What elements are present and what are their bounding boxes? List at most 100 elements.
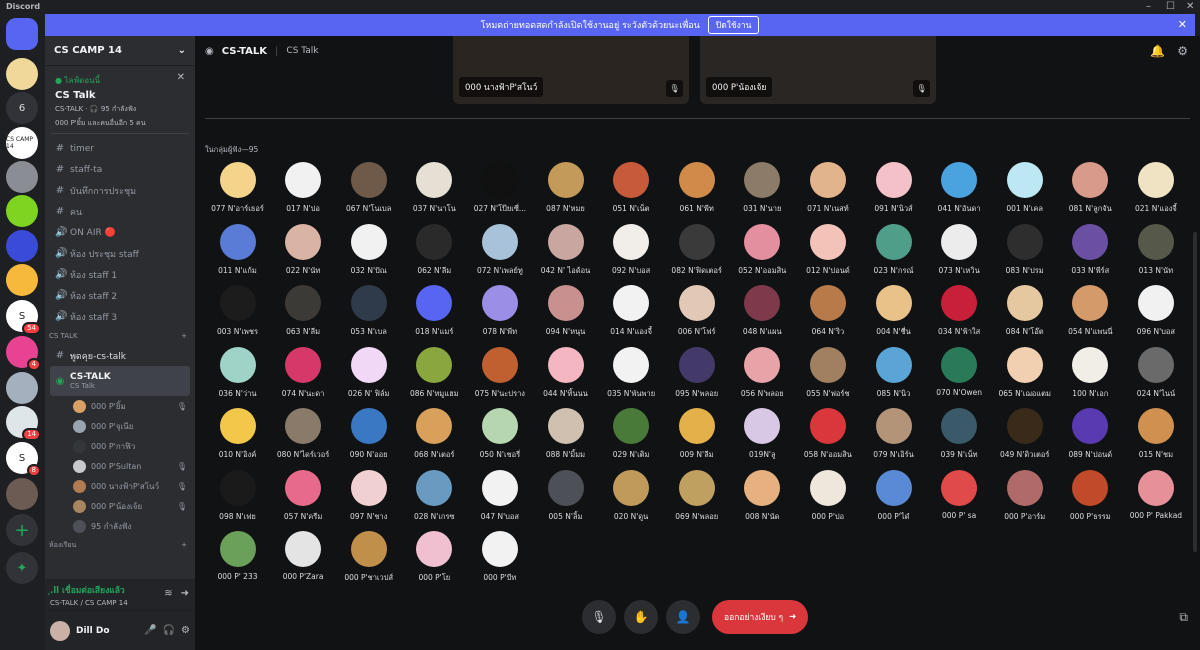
audience-member[interactable]: 057 N'ครีม [271, 469, 336, 528]
channel-stage-cs-talk[interactable]: ◉ CS-TALK CS Talk [50, 366, 190, 396]
voice-user[interactable]: 000 P'Sultan 🎙 [45, 456, 195, 476]
server-icon[interactable] [6, 161, 38, 193]
voice-user[interactable]: 000 P'จุเนีย [45, 416, 195, 436]
audience-member[interactable]: 036 N'ว่าน [205, 346, 270, 405]
audience-member[interactable]: 096 N'บอส [1123, 285, 1188, 343]
audience-member[interactable]: 031 N'นาย [730, 162, 795, 220]
banner-close-icon[interactable]: ✕ [1178, 18, 1187, 31]
audience-member[interactable]: 061 N'พีท [664, 162, 729, 220]
audience-member[interactable]: 003 N'เพชร [205, 285, 270, 343]
audience-member[interactable]: 000 P' 233 [205, 531, 270, 589]
audience-member[interactable]: 001 N'เคล [992, 162, 1057, 220]
audience-member[interactable]: 014 N'แองจี้ [599, 285, 664, 343]
disconnect-icon[interactable]: ➜ [181, 588, 189, 599]
audience-member[interactable]: 027 N'โป๊ยเซี่... [467, 162, 532, 220]
audience-member[interactable]: 022 N'นัท [271, 223, 336, 282]
add-channel-icon[interactable]: + [181, 541, 187, 549]
invite-button[interactable]: 👤 [666, 600, 700, 634]
server-icon[interactable] [6, 478, 38, 510]
audience-member[interactable]: 012 N'ปอนด์ [795, 223, 860, 282]
voice-user[interactable]: 000 P'กาฟิว [45, 436, 195, 456]
server-icon[interactable] [6, 372, 38, 404]
audience-member[interactable]: 006 N'โฟร์ [664, 285, 729, 343]
server-icon[interactable]: 4 [6, 336, 41, 371]
channel-item[interactable]: 🔊 ห้อง staff 2 [45, 285, 195, 306]
audience-member[interactable]: 088 N'มิ้มม [533, 408, 598, 466]
audience-member[interactable]: 000 P' sa [927, 469, 992, 528]
home-button[interactable] [6, 18, 38, 50]
server-header[interactable]: CS CAMP 14 ⌄ [45, 36, 195, 66]
audience-member[interactable]: 083 N'ปรม [992, 223, 1057, 282]
audience-member[interactable]: 011 N'แก้ม [205, 223, 270, 282]
audience-member[interactable]: 000 P'ปอ [795, 469, 860, 528]
voice-user[interactable]: 000 P'ยิ้ม 🎙 [45, 396, 195, 416]
audience-member[interactable]: 085 N'นิว [861, 346, 926, 405]
noise-suppression-icon[interactable]: ≋ [164, 588, 172, 599]
server-icon[interactable]: CS CAMP 14 [6, 127, 38, 159]
audience-member[interactable]: 094 N'หนุน [533, 285, 598, 343]
scrollbar[interactable] [1193, 232, 1197, 552]
audience-member[interactable]: 065 N'เฌอแตม [992, 346, 1057, 405]
audience-member[interactable]: 042 N' ไอด้อน [533, 223, 598, 282]
audience-member[interactable]: 004 N'ชื่น [861, 285, 926, 343]
audience-member[interactable]: 033 N'พีร์ส [1058, 223, 1123, 282]
voice-channel-path[interactable]: CS-TALK / CS CAMP 14 [50, 599, 190, 607]
gear-icon[interactable]: ⚙ [1177, 44, 1188, 58]
audience-member[interactable]: 041 N'อันดา [927, 162, 992, 220]
server-icon[interactable] [6, 195, 38, 227]
server-icon[interactable]: 6 [6, 92, 38, 124]
audience-member[interactable]: 013 N'นัท [1123, 223, 1188, 282]
bell-icon[interactable]: 🔔 [1150, 44, 1165, 58]
audience-member[interactable]: 051 N'เน็ต [599, 162, 664, 220]
raise-hand-button[interactable]: ✋ [624, 600, 658, 634]
audience-member[interactable]: 021 N'แองจี้ [1123, 162, 1188, 220]
audience-member[interactable]: 087 N'หมย [533, 162, 598, 220]
headphones-icon[interactable]: 🎧 [163, 625, 175, 636]
audience-member[interactable]: 008 N'นัด [730, 469, 795, 528]
category-cs-talk[interactable]: CS TALK + [45, 327, 195, 345]
audience-member[interactable]: 056 N'พลอย [730, 346, 795, 405]
audience-member[interactable]: 009 N'ลีม [664, 408, 729, 466]
audience-member[interactable]: 029 N'เติม [599, 408, 664, 466]
audience-member[interactable]: 064 N'ริว [795, 285, 860, 343]
voice-user[interactable]: 000 P'น้องเจ้ย 🎙 [45, 496, 195, 516]
maximize-button[interactable]: ☐ [1166, 1, 1175, 12]
audience-member[interactable]: 070 N'Owen [927, 346, 992, 405]
audience-member[interactable]: 054 N'แพนนี่ [1058, 285, 1123, 343]
audience-member[interactable]: 028 N'เกรซ [402, 469, 467, 528]
audience-member[interactable]: 049 N'ดิวเตอร์ [992, 408, 1057, 466]
add-channel-icon[interactable]: + [181, 332, 187, 340]
gear-icon[interactable]: ⚙ [181, 625, 190, 636]
audience-member[interactable]: 067 N'โนเบล [336, 162, 401, 220]
server-icon[interactable] [6, 230, 38, 262]
audience-member[interactable]: 095 N'พลอย [664, 346, 729, 405]
audience-member[interactable]: 026 N' ฟิล์ม [336, 346, 401, 405]
audience-member[interactable]: 000 P'ธรรม [1058, 469, 1123, 528]
audience-member[interactable]: 098 N'เฟย [205, 469, 270, 528]
audience-member[interactable]: 050 N'เชอรี่ [467, 408, 532, 466]
audience-member[interactable]: 000 P'ชาเวปส์ [336, 531, 401, 589]
audience-member[interactable]: 010 N'อิงค์ [205, 408, 270, 466]
audience-member[interactable]: 000 P'บีท [467, 531, 532, 589]
close-icon[interactable]: ✕ [177, 72, 185, 83]
audience-member[interactable]: 034 N'ฟ้าใส [927, 285, 992, 343]
audience-member[interactable]: 097 N'ชาง [336, 469, 401, 528]
audience-member[interactable]: 080 N'ไดร์เวอร์ [271, 408, 336, 466]
audience-member[interactable]: 039 N'เน็ท [927, 408, 992, 466]
audience-member[interactable]: 052 N'ออมสิน [730, 223, 795, 282]
audience-member[interactable]: 024 N'ไนน์ [1123, 346, 1188, 405]
audience-member[interactable]: 020 N'ดูน [599, 469, 664, 528]
channel-text-cs-talk[interactable]: # พูดคุย-cs-talk [45, 345, 195, 366]
audience-member[interactable]: 100 N'เอก [1058, 346, 1123, 405]
audience-member[interactable]: 072 N'เพลย์ทู [467, 223, 532, 282]
audience-member[interactable]: 063 N'ลีม [271, 285, 336, 343]
audience-member[interactable]: 091 N'นิวส์ [861, 162, 926, 220]
explore-servers-button[interactable]: ✦ [6, 552, 38, 584]
server-icon[interactable]: S8 [6, 442, 41, 477]
category-classroom[interactable]: ห้องเรียน + [45, 536, 195, 554]
audience-member[interactable]: 090 N'ออย [336, 408, 401, 466]
audience-member[interactable]: 074 N'นะดา [271, 346, 336, 405]
avatar[interactable] [50, 620, 70, 641]
audience-member[interactable]: 079 N'เอิร์น [861, 408, 926, 466]
audience-member[interactable]: 073 N'เหวิน [927, 223, 992, 282]
